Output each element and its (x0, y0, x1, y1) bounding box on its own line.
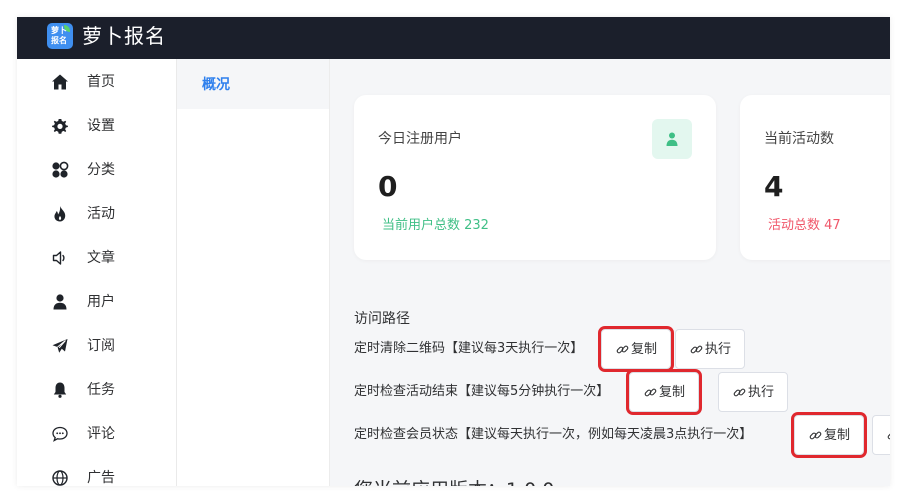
sidebar-item-subscribe[interactable]: 订阅 (17, 323, 177, 367)
sidebar-item-settings[interactable]: 设置 (17, 103, 177, 147)
copy-button-label: 复制 (659, 385, 686, 400)
copy-button[interactable]: 复制 (601, 329, 671, 369)
link-icon (733, 386, 746, 399)
stat-card-activities: 当前活动数 4 活动总数 47 (740, 95, 890, 260)
sidebar: 首页 设置 分类 活动 文章 用户 订阅 任务 评论 广告 (17, 59, 177, 486)
sidebar-item-label: 活动 (87, 206, 115, 222)
execute-button-label: 执行 (705, 342, 732, 357)
sub-navigation: 概况 (177, 59, 330, 486)
sidebar-item-ads[interactable]: 广告 (17, 455, 177, 486)
link-icon (809, 429, 822, 442)
sidebar-item-label: 文章 (87, 250, 115, 266)
subnav-item-overview[interactable]: 概况 (177, 59, 329, 109)
access-path-label: 访问路径 (354, 311, 410, 327)
sidebar-item-user[interactable]: 用户 (17, 279, 177, 323)
sidebar-item-comment[interactable]: 评论 (17, 411, 177, 455)
execute-button[interactable]: 执行 (872, 415, 890, 455)
sidebar-item-label: 订阅 (87, 338, 115, 354)
task-text: 定时检查会员状态【建议每天执行一次，例如每天凌晨3点执行一次】 (354, 427, 753, 442)
copy-button[interactable]: 复制 (794, 415, 864, 455)
task-text: 定时清除二维码【建议每3天执行一次】 (354, 341, 584, 356)
home-icon (51, 73, 69, 91)
subnav-item-label: 概况 (202, 77, 230, 93)
sidebar-item-label: 任务 (87, 382, 115, 398)
app-title: 萝卜报名 (82, 24, 166, 48)
app-window: 萝卜 报名 萝卜报名 首页 设置 分类 活动 文章 用户 订阅 任务 评论 广告… (17, 17, 890, 486)
sidebar-item-category[interactable]: 分类 (17, 147, 177, 191)
execute-button-label: 执行 (748, 385, 775, 400)
link-icon (887, 429, 890, 442)
sidebar-item-label: 首页 (87, 74, 115, 90)
speaker-icon (51, 249, 69, 267)
copy-button-label: 复制 (631, 342, 658, 357)
top-bar: 萝卜 报名 萝卜报名 (17, 17, 890, 59)
execute-button[interactable]: 执行 (718, 372, 788, 412)
sidebar-item-article[interactable]: 文章 (17, 235, 177, 279)
task-text: 定时检查活动结束【建议每5分钟执行一次】 (354, 384, 610, 399)
app-version: 您当前应用版本：1.0.0 (354, 477, 554, 486)
card-title: 今日注册用户 (378, 131, 462, 147)
sidebar-item-label: 分类 (87, 162, 115, 178)
link-icon (616, 343, 629, 356)
sidebar-item-task[interactable]: 任务 (17, 367, 177, 411)
fire-icon (51, 205, 69, 223)
link-icon (690, 343, 703, 356)
execute-button[interactable]: 执行 (675, 329, 745, 369)
globe-icon (51, 469, 69, 486)
sidebar-item-home[interactable]: 首页 (17, 59, 177, 103)
card-subtext: 活动总数 47 (768, 218, 841, 233)
category-icon (51, 161, 69, 179)
sidebar-item-label: 广告 (87, 470, 115, 486)
main-content: 今日注册用户 0 当前用户总数 232 当前活动数 4 活动总数 47 访问路径… (330, 59, 890, 486)
card-title: 当前活动数 (764, 131, 834, 147)
copy-button-label: 复制 (824, 428, 851, 443)
bell-icon (51, 381, 69, 399)
link-icon (644, 386, 657, 399)
sidebar-item-label: 用户 (87, 294, 115, 310)
user-icon (652, 119, 692, 159)
card-value: 0 (378, 170, 398, 203)
stat-card-new-users: 今日注册用户 0 当前用户总数 232 (354, 95, 716, 260)
gear-icon (51, 117, 69, 135)
copy-button[interactable]: 复制 (629, 372, 699, 412)
card-subtext: 当前用户总数 232 (382, 218, 489, 233)
sidebar-item-label: 设置 (87, 118, 115, 134)
sidebar-item-label: 评论 (87, 426, 115, 442)
sidebar-item-activity[interactable]: 活动 (17, 191, 177, 235)
user-icon (51, 293, 69, 311)
app-logo[interactable]: 萝卜 报名 (47, 23, 73, 49)
send-icon (51, 337, 69, 355)
comment-icon (51, 425, 69, 443)
card-value: 4 (764, 170, 784, 203)
